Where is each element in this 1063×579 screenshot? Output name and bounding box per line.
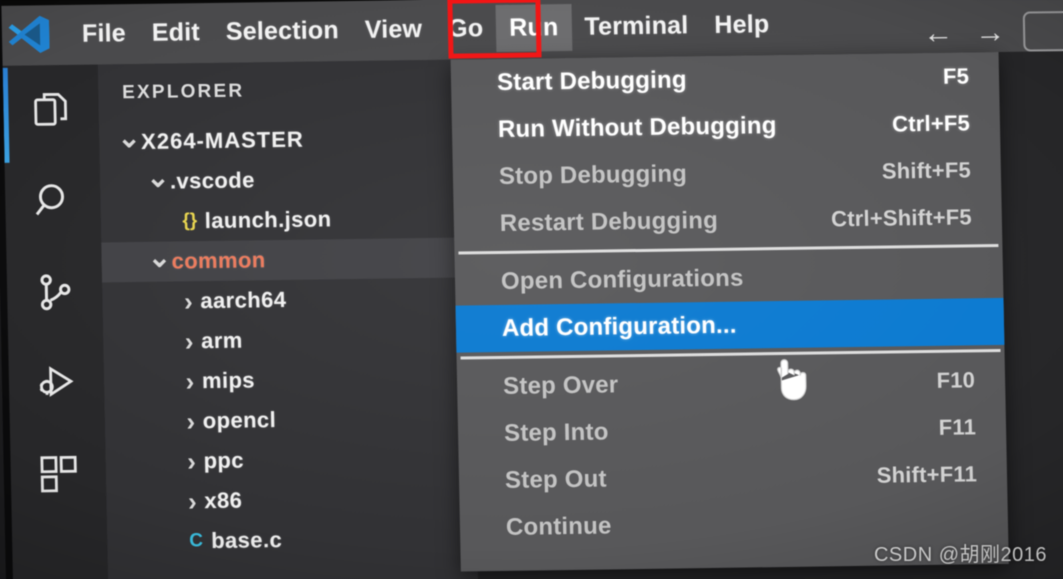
menu-item-shortcut: F5 (942, 62, 970, 89)
menu-item-shortcut: F10 (936, 366, 976, 393)
chevron-right-icon[interactable]: › (179, 446, 204, 477)
nav-arrows: ← → (923, 16, 1006, 50)
menu-item-add-configuration[interactable]: Add Configuration... (455, 297, 1005, 353)
tree-folder-row[interactable]: › arm (103, 317, 474, 362)
activity-search-icon[interactable] (24, 171, 83, 230)
command-center-search-box[interactable] (1022, 10, 1063, 52)
back-arrow-icon[interactable]: ← (923, 17, 954, 50)
chevron-down-icon[interactable]: ⌄ (147, 241, 171, 272)
c-file-icon: C (189, 530, 204, 552)
tree-item-label: X264-MASTER (140, 126, 304, 154)
explorer-sidebar: EXPLORER ⌄ X264-MASTER ⌄ .vscode{} launch.js… (97, 59, 479, 579)
activity-explorer-icon[interactable] (22, 81, 81, 140)
menu-item-label: Restart Debugging (499, 206, 719, 237)
tree-item-label: base.c (210, 527, 283, 554)
vscode-logo-icon (7, 12, 52, 57)
tree-file-row[interactable]: {} launch.json (100, 197, 471, 242)
menu-item-shortcut: Ctrl+Shift+F5 (830, 203, 973, 231)
menu-item-shortcut: Ctrl+F5 (891, 109, 971, 136)
tree-file-row[interactable]: Cbase.c (107, 517, 478, 562)
tree-folder-row[interactable]: › mips (104, 357, 475, 402)
menu-item-label: Stop Debugging (498, 159, 688, 190)
menu-item-start-debugging[interactable]: Start Debugging F5 (451, 52, 1000, 107)
menu-item-step-over[interactable]: Step Over F10 (457, 356, 1006, 411)
pointing-hand-cursor (769, 352, 810, 405)
activity-source-control-icon[interactable] (26, 263, 85, 322)
menubar-item-help[interactable]: Help (701, 1, 783, 49)
activity-bar (1, 64, 109, 579)
chevron-right-icon[interactable]: › (178, 406, 203, 437)
tree-item-label: ppc (203, 447, 245, 474)
menu-item-step-out[interactable]: Step Out Shift+F11 (459, 450, 1008, 505)
menu-item-run-without-debugging[interactable]: Run Without Debugging Ctrl+F5 (452, 99, 1001, 154)
menubar-item-terminal[interactable]: Terminal (571, 2, 702, 51)
tree-item-label: aarch64 (200, 286, 287, 314)
menubar-item-selection[interactable]: Selection (212, 7, 352, 56)
activity-extensions-icon[interactable] (29, 445, 88, 504)
explorer-title: EXPLORER (121, 80, 245, 104)
menu-item-shortcut: Shift+F5 (881, 156, 972, 184)
tree-folder-row[interactable]: › opencl (104, 397, 475, 442)
tree-folder-row[interactable]: ⌄ common (101, 237, 472, 283)
menu-item-label: Start Debugging (496, 65, 687, 96)
forward-arrow-icon[interactable]: → (975, 16, 1006, 49)
tree-item-label: opencl (202, 407, 277, 434)
file-tree: ⌄ X264-MASTER ⌄ .vscode{} launch.json ⌄ common… (99, 117, 478, 562)
watermark: CSDN @胡刚2016 (873, 544, 1047, 566)
json-file-icon: {} (182, 210, 198, 232)
menu-item-label: Run Without Debugging (497, 111, 777, 143)
menu-item-label: Add Configuration... (501, 311, 737, 342)
menubar-item-view[interactable]: View (351, 5, 435, 53)
menu-item-stop-debugging[interactable]: Stop Debugging Shift+F5 (452, 146, 1001, 201)
menu-item-label: Step Out (504, 464, 607, 494)
run-menu-dropdown: Start Debugging F5 Run Without Debugging Ct… (450, 51, 1009, 572)
chevron-down-icon[interactable]: ⌄ (117, 122, 141, 153)
menu-item-step-into[interactable]: Step Into F11 (458, 403, 1007, 458)
menu-item-label: Continue (505, 511, 612, 541)
chevron-right-icon[interactable]: › (180, 486, 205, 517)
menu-item-label: Step Over (502, 370, 619, 400)
chevron-right-icon[interactable]: › (177, 326, 202, 357)
tree-item-label: mips (201, 367, 256, 394)
menu-item-restart-debugging[interactable]: Restart Debugging Ctrl+Shift+F5 (453, 193, 1002, 248)
activity-run-debug-icon[interactable] (27, 353, 86, 412)
chevron-down-icon[interactable]: ⌄ (146, 161, 170, 192)
chevron-right-icon[interactable]: › (176, 286, 201, 317)
chevron-right-icon[interactable]: › (178, 366, 203, 397)
run-annotation-box (447, 0, 542, 59)
menu-item-shortcut: F11 (938, 413, 977, 440)
tree-folder-row[interactable]: ⌄ .vscode (100, 157, 471, 202)
tree-folder-row[interactable]: ⌄ X264-MASTER (99, 117, 470, 162)
tree-folder-row[interactable]: › aarch64 (102, 277, 473, 322)
tree-folder-row[interactable]: › x86 (106, 477, 477, 522)
tree-folder-row[interactable]: › ppc (105, 437, 476, 482)
menu-item-label: Step Into (503, 417, 609, 447)
menu-item-shortcut: Shift+F11 (876, 460, 978, 488)
menu-item-label: Open Configurations (500, 264, 744, 295)
vscode-screenshot: EXPLORER ⌄ X264-MASTER ⌄ .vscode{} launch.js… (0, 0, 1063, 579)
menubar-item-file[interactable]: File (69, 9, 140, 57)
tree-item-label: arm (200, 327, 243, 354)
menubar-item-edit[interactable]: Edit (138, 8, 213, 56)
tree-item-label: x86 (204, 487, 243, 514)
tree-item-label: .vscode (169, 167, 255, 194)
tree-item-label: launch.json (204, 206, 332, 234)
tree-item-label: common (171, 247, 266, 274)
menu-item-open-configurations[interactable]: Open Configurations (455, 251, 1004, 306)
